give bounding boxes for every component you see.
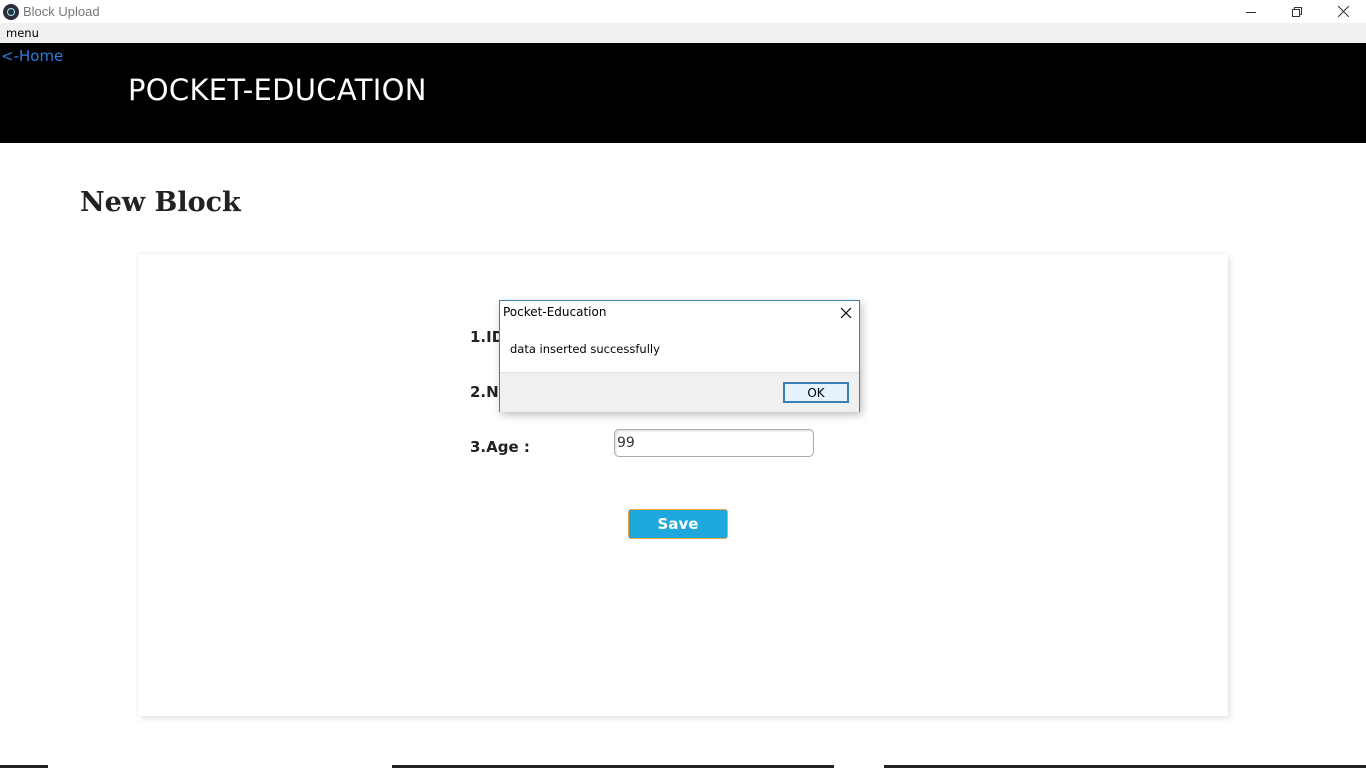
restore-icon <box>1292 6 1302 17</box>
window-titlebar: Block Upload <box>0 0 1366 23</box>
dialog-footer: OK <box>500 372 859 412</box>
app-header: <-Home POCKET-EDUCATION <box>0 43 1366 143</box>
minimize-icon <box>1246 11 1256 13</box>
dialog-title: Pocket-Education <box>503 305 607 319</box>
message-dialog: Pocket-Education data inserted successfu… <box>499 300 860 412</box>
close-icon <box>1337 6 1349 17</box>
restore-button[interactable] <box>1274 0 1320 23</box>
menu-item[interactable]: menu <box>6 26 39 40</box>
age-label: 3.Age : <box>470 438 530 456</box>
window-controls <box>1228 0 1366 23</box>
home-link[interactable]: <-Home <box>1 47 63 65</box>
dialog-message: data inserted successfully <box>510 342 660 356</box>
window-title: Block Upload <box>23 4 100 19</box>
save-button[interactable]: Save <box>628 509 728 539</box>
page-title: New Block <box>80 187 241 218</box>
ok-button[interactable]: OK <box>783 382 849 403</box>
age-input[interactable] <box>614 429 814 457</box>
dialog-close-icon[interactable] <box>839 306 853 320</box>
minimize-button[interactable] <box>1228 0 1274 23</box>
menu-bar: menu <box>0 23 1366 43</box>
app-icon <box>3 3 19 20</box>
brand-title: POCKET-EDUCATION <box>128 73 427 107</box>
close-window-button[interactable] <box>1320 0 1366 23</box>
